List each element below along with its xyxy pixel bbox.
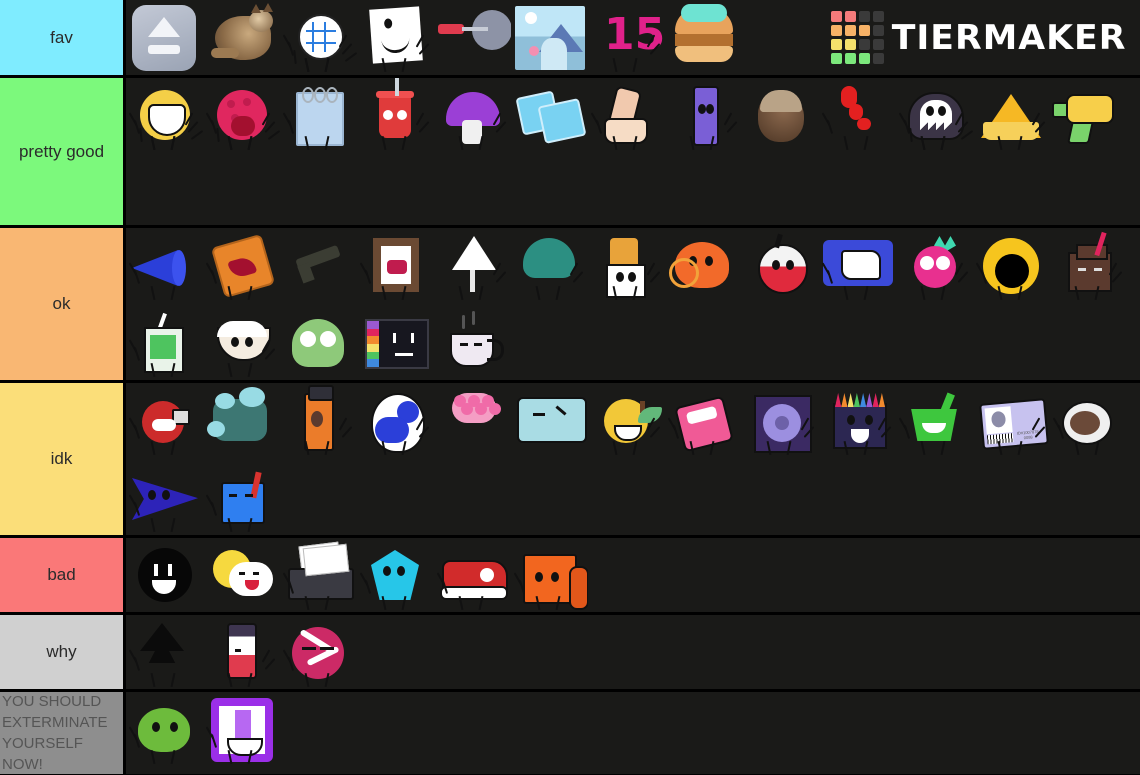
dark-gun-character[interactable] <box>280 228 357 305</box>
tiermaker-wordmark: TIERMAKER <box>891 17 1127 58</box>
tier-row-idk: idk ID#1007878 0088 <box>0 383 1140 538</box>
ice-cubes-character[interactable] <box>511 78 588 155</box>
golden-apple-character[interactable] <box>588 383 665 460</box>
white-paper-character[interactable] <box>357 0 434 77</box>
tier-items-you-should-exterminate-yourself-now[interactable] <box>126 692 1140 774</box>
tier-label-text: why <box>46 642 77 661</box>
tier-row-ok: ok <box>0 228 1140 383</box>
pink-bowling-ball-character[interactable] <box>203 78 280 155</box>
purple-cd-character[interactable] <box>742 383 819 460</box>
picture-frame-character[interactable] <box>357 228 434 305</box>
tier-items-pretty-good[interactable] <box>126 78 1140 225</box>
white-carton-character[interactable] <box>588 228 665 305</box>
pink-fifteen-character[interactable]: 15 <box>588 0 665 77</box>
id-card-character[interactable]: ID#1007878 0088 <box>973 383 1050 460</box>
tier-label-fav[interactable]: fav <box>0 0 126 75</box>
shadow-character[interactable] <box>126 615 203 692</box>
tier-label-text: YOU SHOULD EXTERMINATE YOURSELF NOW! <box>2 693 108 773</box>
black-face-character[interactable] <box>126 538 203 615</box>
orange-mat-character[interactable] <box>511 538 588 615</box>
purple-letter-character[interactable] <box>203 692 280 769</box>
head-photo[interactable] <box>742 78 819 155</box>
yellow-smiley-character[interactable] <box>126 78 203 155</box>
cyan-crystal-character[interactable] <box>357 538 434 615</box>
water-gun-character[interactable] <box>1050 78 1127 155</box>
green-basket-character[interactable] <box>896 383 973 460</box>
red-bomb-character[interactable] <box>742 228 819 305</box>
red-squiggle-character[interactable] <box>819 78 896 155</box>
burger-character[interactable] <box>665 0 742 77</box>
tiermaker-logo-grid <box>830 11 884 64</box>
yellow-blob-character[interactable] <box>973 228 1050 305</box>
flower-bouquet-character[interactable] <box>434 383 511 460</box>
tier-rows-container: pretty good ok idk ID#1007878 0088 bad why YOU… <box>0 78 1140 774</box>
tier-label-idk[interactable]: idk <box>0 383 126 535</box>
tier-row-why: why <box>0 615 1140 692</box>
color-palette-screen-character[interactable] <box>357 305 434 382</box>
dark-ghost-character[interactable] <box>896 78 973 155</box>
blue-arrow-character[interactable] <box>126 460 203 537</box>
notepad-character[interactable] <box>280 78 357 155</box>
tier-items-idk[interactable]: ID#1007878 0088 <box>126 383 1140 535</box>
pink-candy-character[interactable] <box>280 615 357 692</box>
tier-label-pretty-good[interactable]: pretty good <box>0 78 126 225</box>
grid-ball-character[interactable] <box>280 0 357 77</box>
landscape-photo[interactable] <box>511 0 588 77</box>
tier-items-why[interactable] <box>126 615 1140 689</box>
pink-fruit-character[interactable] <box>896 228 973 305</box>
cyan-sprout-character[interactable] <box>203 383 280 460</box>
tier-row-pretty-good: pretty good <box>0 78 1140 228</box>
glue-tube-character[interactable] <box>203 615 280 692</box>
teal-bush-character[interactable] <box>511 228 588 305</box>
tier-row-fav: fav 15 TIERMAKER <box>0 0 1140 78</box>
screwdriver-bowl-character[interactable] <box>434 0 511 77</box>
green-creature-character[interactable] <box>126 692 203 769</box>
warning-sign-character[interactable] <box>434 228 511 305</box>
tier-label-text: idk <box>50 449 73 468</box>
tier-label-bad[interactable]: bad <box>0 538 126 612</box>
blue-megaphone-character[interactable] <box>126 228 203 305</box>
paint-bucket-character[interactable] <box>203 460 280 537</box>
tier-items-fav[interactable]: 15 <box>126 0 831 75</box>
soda-cup-character[interactable] <box>357 78 434 155</box>
teacup-character[interactable] <box>434 305 511 382</box>
tier-items-ok[interactable] <box>126 228 1140 380</box>
tier-items-bad[interactable] <box>126 538 1140 612</box>
red-bauble-character[interactable] <box>126 383 203 460</box>
red-sneaker-character[interactable] <box>434 538 511 615</box>
sun-cloud-character[interactable] <box>203 538 280 615</box>
purple-mushroom-character[interactable] <box>434 78 511 155</box>
orange-slime-character[interactable] <box>665 228 742 305</box>
pink-bag-character[interactable] <box>665 383 742 460</box>
ice-block-character[interactable] <box>511 383 588 460</box>
green-slime-character[interactable] <box>280 305 357 382</box>
lotion-bottle-character[interactable] <box>588 78 665 155</box>
orange-cracker-character[interactable] <box>203 228 280 305</box>
blue-egg-character[interactable] <box>357 383 434 460</box>
printer-character[interactable] <box>280 538 357 615</box>
tier-label-text: bad <box>47 565 76 584</box>
tier-row-you-should-exterminate-yourself-now: YOU SHOULD EXTERMINATE YOURSELF NOW! <box>0 692 1140 774</box>
tier-row-bad: bad <box>0 538 1140 615</box>
tier-label-text: pretty good <box>18 141 105 161</box>
tier-label-ok[interactable]: ok <box>0 228 126 380</box>
eject-button-icon[interactable] <box>126 0 203 77</box>
tier-label-text: ok <box>52 294 71 313</box>
crayon-box-character[interactable] <box>819 383 896 460</box>
chocolate-milk-character[interactable] <box>1050 228 1127 305</box>
rice-bowl-character[interactable] <box>203 305 280 382</box>
purple-remote-character[interactable] <box>665 78 742 155</box>
cat-photo[interactable] <box>203 0 280 77</box>
coffee-mug-character[interactable] <box>1050 383 1127 460</box>
tiermaker-logo: TIERMAKER <box>830 0 1140 75</box>
tier-label-text: fav <box>50 27 73 47</box>
blue-57-character[interactable] <box>819 228 896 305</box>
spray-can-character[interactable] <box>280 383 357 460</box>
tier-label-you-should-exterminate-yourself-now[interactable]: YOU SHOULD EXTERMINATE YOURSELF NOW! <box>0 692 126 774</box>
tier-list-board: fav 15 TIERMAKER pretty good ok idk ID#1007… <box>0 0 1140 775</box>
cheese-wedge-character[interactable] <box>973 78 1050 155</box>
tier-label-why[interactable]: why <box>0 615 126 689</box>
juice-box-character[interactable] <box>126 305 203 382</box>
